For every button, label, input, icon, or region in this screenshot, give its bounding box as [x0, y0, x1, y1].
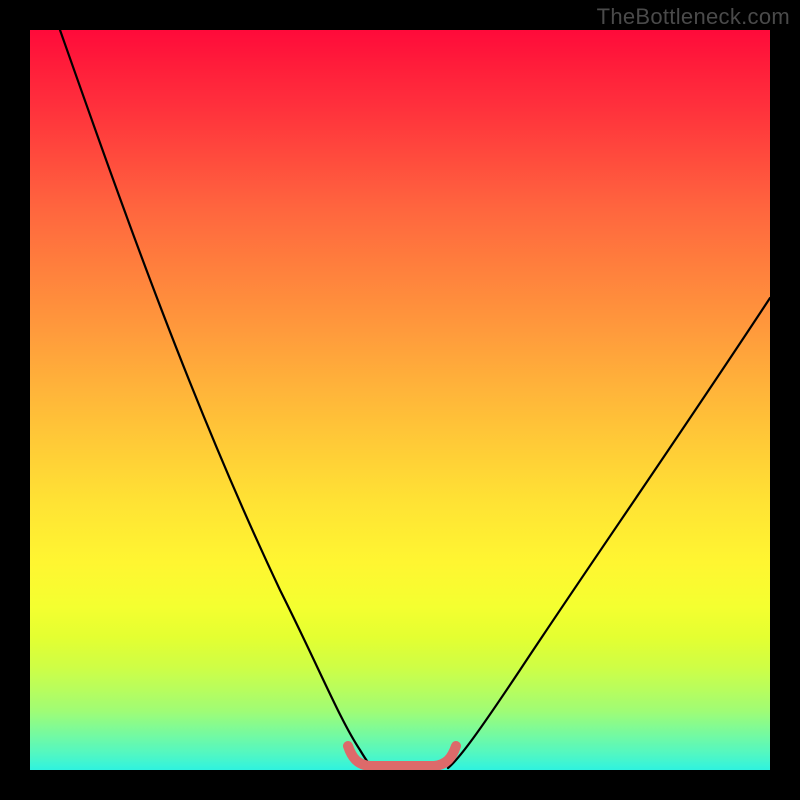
chart-svg [30, 30, 770, 770]
plot-area [30, 30, 770, 770]
curve-left-branch [60, 30, 374, 768]
watermark-label: TheBottleneck.com [597, 4, 790, 30]
curve-right-branch [448, 298, 770, 768]
chart-frame: TheBottleneck.com [0, 0, 800, 800]
